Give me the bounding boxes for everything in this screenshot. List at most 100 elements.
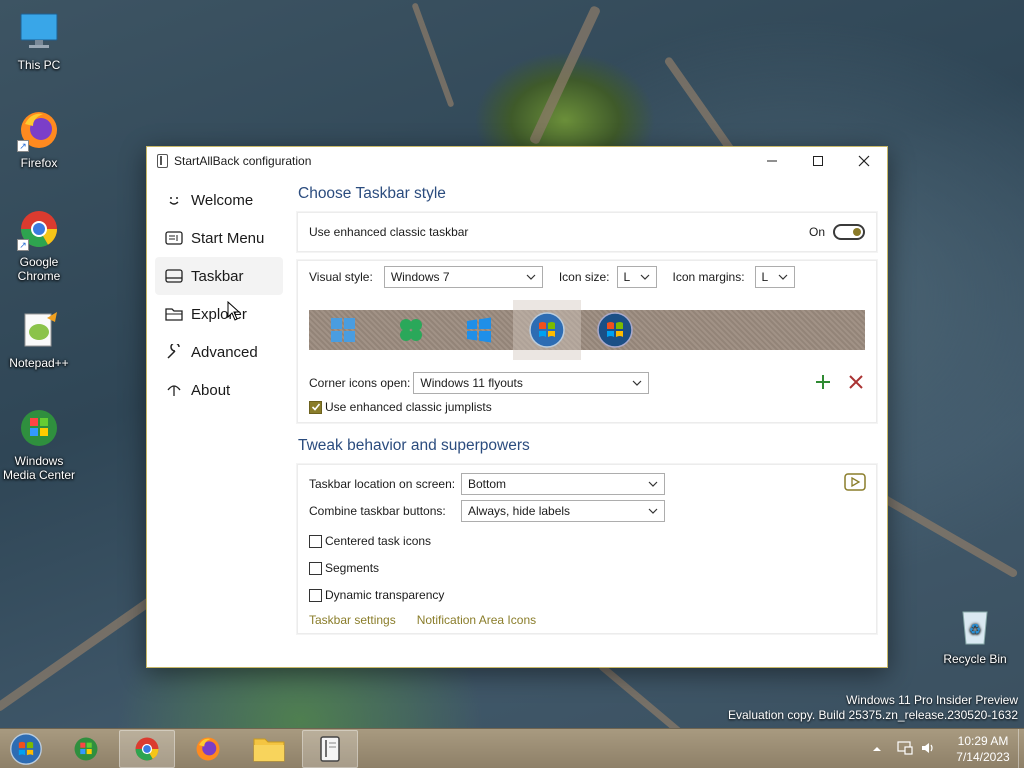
maximize-button[interactable] [795,147,841,175]
desktop-icon-this-pc[interactable]: This PC [1,10,77,72]
visual-style-value: Windows 7 [390,270,450,284]
start-menu-icon [165,229,183,247]
segments-checkbox[interactable] [309,561,322,575]
sidebar-item-explorer[interactable]: Explorer [155,295,283,333]
sidebar-item-label: About [191,381,231,399]
taskbar-location-select[interactable]: Bottom [461,473,665,495]
clock[interactable]: 10:29 AM 7/14/2023 [948,733,1018,765]
centered-icons-checkbox[interactable] [309,534,322,548]
app-icon [157,154,168,168]
x-icon [849,374,863,389]
windows-vista-orb-icon [597,312,633,348]
style-preview-win7[interactable] [513,300,581,360]
play-button[interactable] [844,473,866,494]
taskbar-firefox[interactable] [180,730,236,768]
start-button[interactable] [0,730,52,768]
visual-style-select[interactable]: Windows 7 [383,266,543,288]
sidebar-item-label: Taskbar [191,267,244,285]
shortcut-arrow-icon: ↗ [17,140,29,152]
windows-media-center-icon [74,737,98,761]
chevron-down-icon [640,274,649,280]
desktop-icon-label: Windows Media Center [2,454,76,482]
taskbar-file-explorer[interactable] [241,730,297,768]
taskbar-startallback[interactable] [302,730,358,768]
corner-icons-value: Windows 11 flyouts [420,376,523,390]
icon-margins-select[interactable]: L [754,266,795,288]
sidebar-item-taskbar[interactable]: Taskbar [155,257,283,295]
taskbar-media-center[interactable] [58,730,114,768]
desktop-icon-wmc[interactable]: Windows Media Center [1,406,77,482]
style-preview-strip [309,300,865,360]
desktop-icon-notepadpp[interactable]: Notepad++ [1,308,77,370]
firefox-icon: ↗ [17,108,61,152]
watermark-line2: Evaluation copy. Build 25375.zn_release.… [728,708,1018,722]
sidebar-nav: Welcome Start Menu Taskbar Explorer Adva… [155,181,283,409]
checkmark-icon [311,403,320,411]
dynamic-transparency-checkbox[interactable] [309,588,322,602]
folder-icon [253,738,285,762]
jumplists-checkbox[interactable] [309,400,322,414]
combine-buttons-value: Always, hide labels [468,504,571,518]
network-icon[interactable] [896,740,914,759]
sidebar-item-label: Welcome [191,191,254,209]
mouse-cursor-icon [227,301,241,321]
clock-date: 7/14/2023 [956,750,1010,764]
add-button[interactable] [815,374,831,393]
style-preview-vista[interactable] [581,310,649,350]
smile-icon [165,191,183,209]
desktop-icon-recycle-bin[interactable]: ♻ Recycle Bin [937,604,1013,666]
minimize-button[interactable] [749,147,795,175]
enhanced-taskbar-toggle[interactable] [833,224,865,240]
desktop-icon-label: Recycle Bin [943,652,1007,666]
minimize-icon [767,160,777,162]
about-icon [165,381,183,399]
style-preview-win10[interactable] [445,310,513,350]
desktop-icon-firefox[interactable]: ↗ Firefox [1,108,77,170]
show-desktop-button[interactable] [1018,729,1024,768]
taskbar-settings-link[interactable]: Taskbar settings [309,613,396,627]
shortcut-arrow-icon: ↗ [17,239,29,251]
windows-7-orb-icon [529,312,565,348]
sidebar-item-about[interactable]: About [155,371,283,409]
chevron-down-icon [648,508,658,514]
visual-style-label: Visual style: [309,270,373,284]
sidebar-item-start-menu[interactable]: Start Menu [155,219,283,257]
corner-icons-label: Corner icons open: [309,376,411,390]
combine-buttons-select[interactable]: Always, hide labels [461,500,665,522]
taskbar-location-label: Taskbar location on screen: [309,477,456,491]
close-icon [858,155,870,167]
taskbar-chrome[interactable] [119,730,175,768]
watermark-line1: Windows 11 Pro Insider Preview [846,693,1018,707]
svg-text:♻: ♻ [969,622,982,638]
sidebar-item-welcome[interactable]: Welcome [155,181,283,219]
desktop-icon-label: Google Chrome [17,255,61,283]
enhanced-taskbar-label: Use enhanced classic taskbar [309,225,469,239]
sidebar-item-advanced[interactable]: Advanced [155,333,283,371]
style-card: Visual style: Windows 7 Icon size: L Ico… [297,260,877,423]
volume-icon[interactable] [920,740,936,759]
remove-button[interactable] [849,374,863,392]
sidebar-item-label: Start Menu [191,229,265,247]
style-preview-win11[interactable] [309,310,377,350]
show-hidden-icons-button[interactable] [872,742,882,756]
icon-size-select[interactable]: L [616,266,657,288]
title-bar[interactable]: StartAllBack configuration [147,147,887,175]
sidebar-item-label: Advanced [191,343,258,361]
chevron-down-icon [526,274,536,280]
desktop-icon-chrome[interactable]: ↗ Google Chrome [1,207,77,283]
taskbar-location-value: Bottom [468,477,507,491]
system-tray: 10:29 AM 7/14/2023 [872,729,1024,768]
centered-icons-label: Centered task icons [325,534,432,548]
chrome-icon: ↗ [17,207,61,251]
corner-icons-select[interactable]: Windows 11 flyouts [413,372,650,394]
enhanced-taskbar-card: Use enhanced classic taskbar On [297,212,877,252]
notification-icons-link[interactable]: Notification Area Icons [417,613,536,627]
icon-margins-label: Icon margins: [672,270,745,284]
chevron-down-icon [648,481,658,487]
folder-icon [165,305,183,323]
desktop-icon-label: This PC [17,58,61,72]
close-button[interactable] [841,147,887,175]
windows-10-logo-icon [467,317,491,343]
dynamic-transparency-label: Dynamic transparency [325,588,445,602]
style-preview-flower[interactable] [377,310,445,350]
